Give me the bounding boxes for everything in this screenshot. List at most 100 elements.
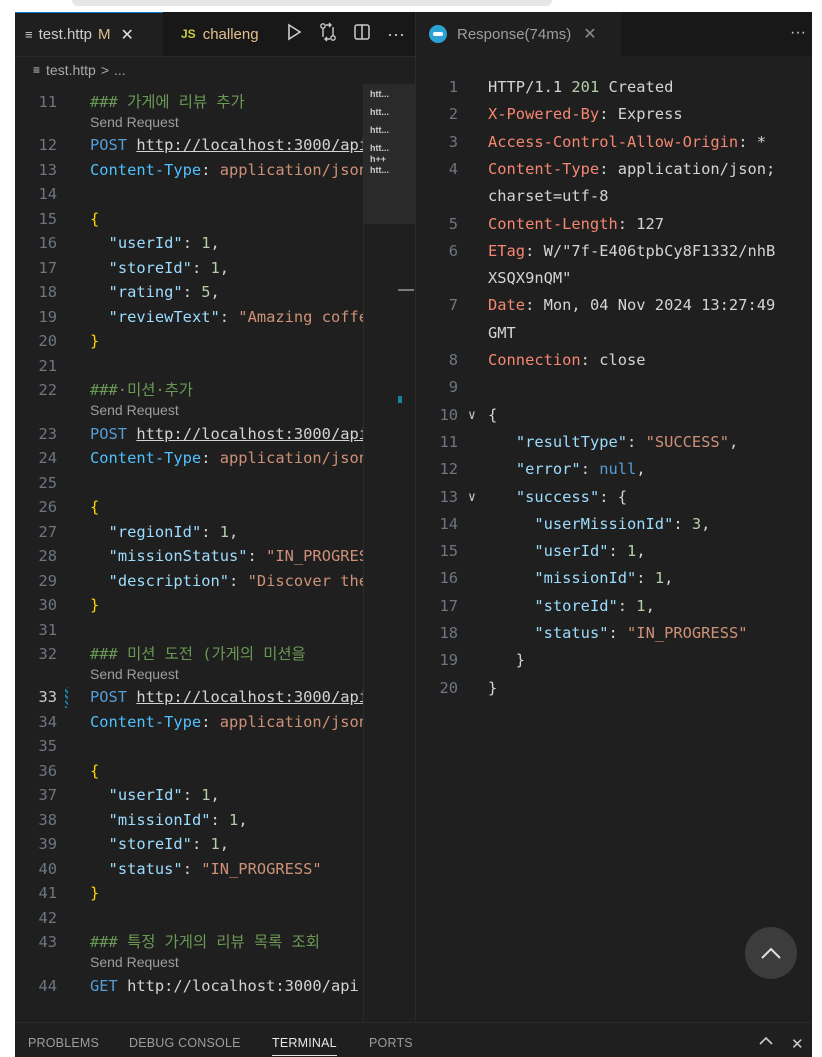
close-icon[interactable]: ✕	[583, 24, 596, 44]
line-text: "missionId": 1,	[90, 808, 248, 833]
code-line[interactable]: 26 {	[15, 495, 363, 520]
line-number: 35	[38, 737, 57, 756]
panel-tab-ports[interactable]: PORTS	[369, 1036, 413, 1050]
code-line[interactable]: 34 Content-Type: application/json	[15, 710, 363, 735]
code-line[interactable]: 36 {	[15, 759, 363, 784]
more-icon[interactable]: ···	[379, 24, 413, 45]
breadcrumb-rest[interactable]: ...	[114, 62, 126, 78]
close-icon[interactable]: ✕	[791, 1035, 804, 1053]
code-line[interactable]: 17 "storeId": 1,	[15, 256, 363, 281]
fold-chevron-icon[interactable]: ∨	[468, 402, 476, 429]
code-line[interactable]: 35	[15, 734, 363, 759]
token: ###·미션·추가	[90, 381, 193, 400]
token: :	[617, 596, 637, 615]
line-number: 34	[38, 712, 57, 731]
panel-tab-terminal[interactable]: TERMINAL	[272, 1036, 337, 1056]
code-line[interactable]: 42	[15, 906, 363, 931]
code-line[interactable]: 14	[15, 182, 363, 207]
code-line[interactable]: 43 ### 특정 가게의 리뷰 목록 조회	[15, 930, 363, 955]
code-line[interactable]: 13 Content-Type: application/json	[15, 158, 363, 183]
scroll-to-top-button[interactable]	[745, 927, 797, 979]
line-number: 15	[439, 542, 458, 561]
line-number: 17	[439, 596, 458, 615]
line-number: 26	[38, 498, 57, 517]
line-number: 11	[38, 93, 57, 111]
token: }	[488, 651, 526, 670]
code-line[interactable]: 31	[15, 618, 363, 643]
panel-tab-debug-console[interactable]: DEBUG CONSOLE	[129, 1036, 241, 1050]
code-line[interactable]: 38 "missionId": 1,	[15, 808, 363, 833]
split-editor-icon[interactable]	[345, 23, 379, 46]
code-editor-left[interactable]: 11 ### 가게에 리뷰 추가 Send Request 12 POST http:/…	[15, 84, 363, 1022]
code-line[interactable]: 44 GET http://localhost:3000/api	[15, 974, 363, 999]
response-line: GMT	[416, 320, 812, 347]
compare-icon[interactable]	[311, 22, 345, 47]
token: ### 가게에 리뷰 추가	[90, 93, 245, 111]
code-line[interactable]: 27 "regionId": 1,	[15, 520, 363, 545]
token: GMT	[488, 323, 516, 342]
code-line[interactable]: 24 Content-Type: application/json	[15, 446, 363, 471]
response-line: XSQX9nQM"	[416, 265, 812, 292]
panel-tab-problems[interactable]: PROBLEMS	[28, 1036, 99, 1050]
close-icon[interactable]: ✕	[120, 25, 133, 45]
token: 5	[201, 283, 211, 302]
tab-test-http[interactable]: ≡ test.http M ✕	[15, 12, 163, 56]
run-icon[interactable]	[277, 23, 311, 46]
line-text: GMT	[488, 320, 516, 347]
line-text: Content-Type: application/json	[90, 158, 363, 183]
code-line[interactable]: 40 "status": "IN_PROGRESS"	[15, 857, 363, 882]
send-request-codelens[interactable]: Send Request	[90, 114, 179, 130]
code-line[interactable]: 41}	[15, 881, 363, 906]
tab-response[interactable]: Response(74ms) ✕	[416, 12, 621, 56]
tab-challenge-js[interactable]: JS challeng	[165, 12, 275, 56]
response-line: 12 "error": null,	[416, 456, 812, 483]
code-line[interactable]: 25	[15, 471, 363, 496]
code-line[interactable]: 29 "description": "Discover the	[15, 569, 363, 594]
code-line[interactable]: 16 "userId": 1,	[15, 231, 363, 256]
send-request-codelens[interactable]: Send Request	[90, 666, 179, 682]
response-viewer[interactable]: 1 HTTP/1.1 201 Created 2 X-Powered-By: Expr…	[416, 74, 812, 974]
code-line[interactable]: 12 POST http://localhost:3000/api	[15, 133, 363, 158]
breadcrumb-file[interactable]: test.http	[46, 62, 96, 78]
code-line[interactable]: 18 "rating": 5,	[15, 280, 363, 305]
code-line[interactable]: 30}	[15, 593, 363, 618]
tab-bar-left: ≡ test.http M ✕ JS challeng ···	[15, 12, 415, 57]
code-line[interactable]: 19 "reviewText": "Amazing coffee	[15, 305, 363, 330]
minimap[interactable]: htt... htt... htt... htt... h++ htt...	[363, 84, 416, 1022]
code-line[interactable]: 32 ### 미션 도전 (가게의 미션을	[15, 642, 363, 667]
token: ,	[229, 522, 239, 541]
token: ,	[210, 283, 220, 302]
chevron-up-icon[interactable]	[759, 1031, 773, 1051]
code-line[interactable]: 39 "storeId": 1,	[15, 832, 363, 857]
response-line: 14 "userMissionId": 3,	[416, 511, 812, 538]
code-line[interactable]: 28 "missionStatus": "IN_PROGRESS"	[15, 544, 363, 569]
line-number: 20	[38, 332, 57, 351]
line-number: 20	[439, 678, 458, 697]
line-number: 39	[38, 835, 57, 854]
code-line[interactable]: 20}	[15, 329, 363, 354]
token: "userMissionId"	[534, 514, 674, 533]
rest-client-icon	[429, 25, 447, 43]
code-line[interactable]: 21	[15, 354, 363, 379]
code-line[interactable]: 37 "userId": 1,	[15, 783, 363, 808]
line-text: ### 미션 도전 (가게의 미션을	[90, 642, 306, 667]
line-number: 24	[38, 449, 57, 468]
fold-chevron-icon[interactable]: ∨	[468, 484, 476, 511]
token: :	[182, 283, 202, 302]
response-line: 9	[416, 374, 812, 401]
minimap-change-marker	[398, 396, 402, 403]
code-line[interactable]: 11 ### 가게에 리뷰 추가	[15, 90, 363, 115]
code-line[interactable]: 22 ###·미션·추가	[15, 378, 363, 403]
line-number: 19	[439, 651, 458, 670]
more-icon[interactable]: ···	[790, 24, 806, 42]
send-request-codelens[interactable]: Send Request	[90, 402, 179, 418]
line-number: 3	[448, 132, 458, 151]
code-line[interactable]: 15 {	[15, 207, 363, 232]
code-line[interactable]: 23 POST http://localhost:3000/api	[15, 422, 363, 447]
line-number: 5	[448, 214, 458, 233]
send-request-codelens[interactable]: Send Request	[90, 954, 179, 970]
